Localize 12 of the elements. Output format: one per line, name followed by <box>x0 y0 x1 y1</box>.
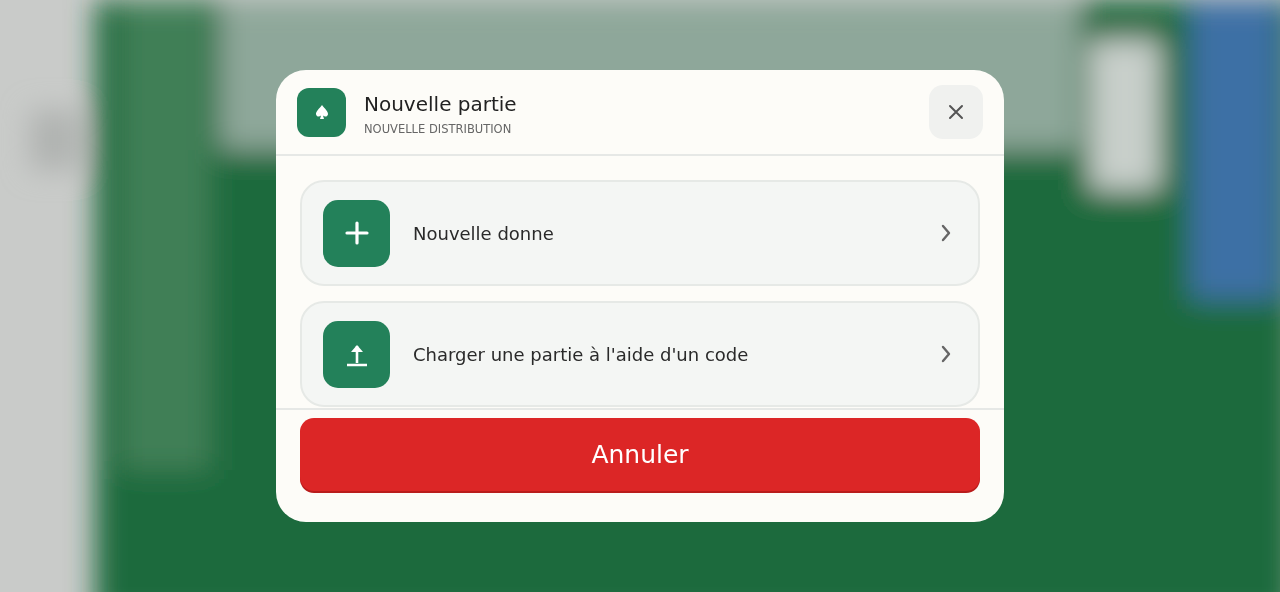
menu-option[interactable]: Nouvelle donne <box>300 180 980 286</box>
close-icon <box>946 102 966 122</box>
menu-option[interactable]: Charger une partie à l'aide d'un code <box>300 301 980 407</box>
dialog-subtitle: NOUVELLE DISTRIBUTION <box>364 122 513 136</box>
chevron-right-icon <box>940 344 952 364</box>
upload-icon <box>323 320 390 388</box>
dialog-title: Nouvelle partie <box>364 92 518 116</box>
cancel-button[interactable]: Annuler <box>300 418 980 491</box>
close-button[interactable] <box>929 85 983 139</box>
chevron-right-icon <box>940 223 952 243</box>
spade-icon <box>297 87 346 137</box>
plus-icon <box>323 199 390 267</box>
